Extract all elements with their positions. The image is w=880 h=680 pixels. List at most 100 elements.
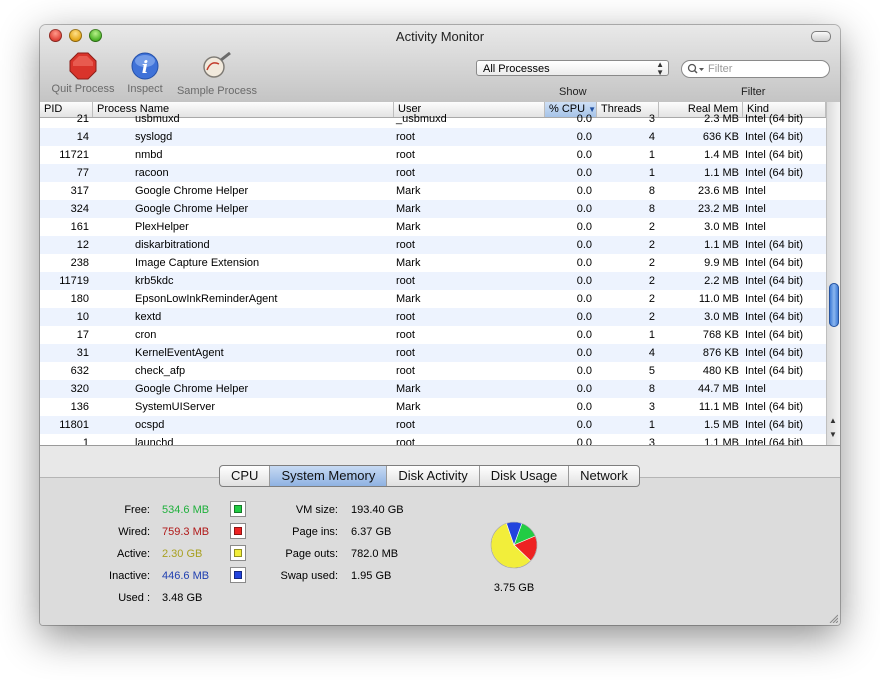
cell-mem: 11.0 MB <box>698 293 739 305</box>
cell-mem: 3.0 MB <box>704 221 739 233</box>
cell-pid: 14 <box>76 131 89 143</box>
cell-pid: 632 <box>70 365 89 377</box>
cell-name: EpsonLowInkReminderAgent <box>135 293 278 305</box>
table-row[interactable]: 180 EpsonLowInkReminderAgent Mark 0.0 2 11.0 … <box>40 290 826 308</box>
cell-cpu: 0.0 <box>576 311 592 323</box>
stop-sign-icon <box>69 52 97 80</box>
quit-process-button[interactable]: Quit Process <box>49 52 117 95</box>
cell-name: krb5kdc <box>135 275 174 287</box>
cell-name: Google Chrome Helper <box>135 185 249 197</box>
cell-mem: 1.4 MB <box>704 149 739 161</box>
cell-kind: Intel (64 bit) <box>745 437 804 445</box>
toolbar-toggle-button[interactable] <box>811 31 831 42</box>
table-row[interactable]: 632 check_afp root 0.0 5 480 KB Intel (64 bit) <box>40 362 826 380</box>
tab-cpu[interactable]: CPU <box>220 466 271 486</box>
table-row[interactable]: 77 racoon root 0.0 1 1.1 MB Intel (64 bit) <box>40 164 826 182</box>
system-memory-panel: Free: 534.6 MB Wired: 759.3 MB Active: 2… <box>40 477 840 625</box>
cell-threads: 4 <box>648 347 655 359</box>
cell-user: Mark <box>396 293 421 305</box>
table-row[interactable]: 14 syslogd root 0.0 4 636 KB Intel (64 bit) <box>40 128 826 146</box>
scroll-down-arrow-icon[interactable]: ▼ <box>829 430 837 439</box>
cell-kind: Intel (64 bit) <box>745 401 804 413</box>
cell-cpu: 0.0 <box>576 401 592 413</box>
sample-process-button[interactable]: Sample Process <box>174 52 260 97</box>
table-row[interactable]: 10 kextd root 0.0 2 3.0 MB Intel (64 bit) <box>40 308 826 326</box>
tab-network[interactable]: Network <box>569 466 639 486</box>
memory-total: 3.75 GB <box>493 582 535 594</box>
cell-name: kextd <box>135 311 162 323</box>
filter-search-field[interactable] <box>681 60 830 78</box>
tab-disk-activity[interactable]: Disk Activity <box>387 466 480 486</box>
cell-pid: 10 <box>76 311 89 323</box>
table-row[interactable]: 317 Google Chrome Helper Mark 0.0 8 23.6 MB In… <box>40 182 826 200</box>
cell-threads: 8 <box>648 185 655 197</box>
inspect-label: Inspect <box>127 83 163 95</box>
cell-user: root <box>396 311 415 323</box>
cell-name: cron <box>135 329 157 341</box>
cell-cpu: 0.0 <box>576 383 592 395</box>
cell-user: root <box>396 167 415 179</box>
cell-threads: 4 <box>648 131 655 143</box>
cell-cpu: 0.0 <box>576 329 592 341</box>
cell-threads: 5 <box>648 365 655 377</box>
cell-mem: 768 KB <box>702 329 739 341</box>
memory-pie-chart <box>490 521 538 569</box>
table-row[interactable]: 320 Google Chrome Helper Mark 0.0 8 44.7 MB In… <box>40 380 826 398</box>
cell-user: root <box>396 365 415 377</box>
table-row[interactable]: 238 Image Capture Extension Mark 0.0 2 9.9 MB… <box>40 254 826 272</box>
table-row[interactable]: 21 usbmuxd _usbmuxd 0.0 3 2.3 MB Intel (64 bit… <box>40 110 826 128</box>
filter-input[interactable] <box>706 62 825 76</box>
cell-kind: Intel (64 bit) <box>745 113 804 125</box>
table-row[interactable]: 11721 nmbd root 0.0 1 1.4 MB Intel (64 bit) <box>40 146 826 164</box>
table-row[interactable]: 136 SystemUIServer Mark 0.0 3 11.1 MB Intel (6… <box>40 398 826 416</box>
cell-cpu: 0.0 <box>576 347 592 359</box>
cell-threads: 3 <box>648 437 655 445</box>
active-value: 2.30 GB <box>162 548 203 560</box>
cell-name: Google Chrome Helper <box>135 203 249 215</box>
cell-user: root <box>396 347 415 359</box>
table-row[interactable]: 161 PlexHelper Mark 0.0 2 3.0 MB Intel <box>40 218 826 236</box>
cell-threads: 1 <box>648 329 655 341</box>
cell-mem: 1.5 MB <box>704 419 739 431</box>
table-row[interactable]: 17 cron root 0.0 1 768 KB Intel (64 bit) <box>40 326 826 344</box>
cell-mem: 1.1 MB <box>704 437 739 445</box>
resize-grip-icon[interactable] <box>828 613 838 623</box>
cell-cpu: 0.0 <box>576 203 592 215</box>
table-row[interactable]: 31 KernelEventAgent root 0.0 4 876 KB Intel (6… <box>40 344 826 362</box>
cell-threads: 8 <box>648 383 655 395</box>
cell-user: root <box>396 329 415 341</box>
table-row[interactable]: 324 Google Chrome Helper Mark 0.0 8 23.2 MB In… <box>40 200 826 218</box>
cell-threads: 1 <box>648 167 655 179</box>
scrollbar-thumb[interactable] <box>829 283 839 327</box>
vertical-scrollbar[interactable]: ▲ ▼ <box>826 102 840 445</box>
cell-kind: Intel <box>745 203 766 215</box>
cell-kind: Intel <box>745 383 766 395</box>
active-color-swatch[interactable] <box>230 545 246 561</box>
window-title: Activity Monitor <box>395 29 485 44</box>
table-row[interactable]: 11801 ocspd root 0.0 1 1.5 MB Intel (64 bit) <box>40 416 826 434</box>
tab-disk-usage[interactable]: Disk Usage <box>480 466 570 486</box>
cell-threads: 1 <box>648 149 655 161</box>
cell-name: Image Capture Extension <box>135 257 260 269</box>
show-label: Show <box>559 86 587 98</box>
free-color-swatch[interactable] <box>230 501 246 517</box>
table-row[interactable]: 1 launchd root 0.0 3 1.1 MB Intel (64 bit) <box>40 434 826 445</box>
cell-pid: 31 <box>76 347 89 359</box>
cell-user: Mark <box>396 203 421 215</box>
cell-kind: Intel (64 bit) <box>745 419 804 431</box>
wired-color-swatch[interactable] <box>230 523 246 539</box>
show-processes-select[interactable]: All Processes ▲ ▼ <box>476 60 669 77</box>
table-row[interactable]: 11719 krb5kdc root 0.0 2 2.2 MB Intel (64 bit) <box>40 272 826 290</box>
cell-cpu: 0.0 <box>576 365 592 377</box>
tab-system-memory[interactable]: System Memory <box>270 466 388 486</box>
table-row[interactable]: 12 diskarbitrationd root 0.0 2 1.1 MB Intel (6… <box>40 236 826 254</box>
inactive-color-swatch[interactable] <box>230 567 246 583</box>
scroll-up-arrow-icon[interactable]: ▲ <box>829 416 837 425</box>
page-outs-label: Page outs: <box>285 548 338 560</box>
cell-user: Mark <box>396 221 421 233</box>
split-divider[interactable] <box>40 445 840 446</box>
inspect-button[interactable]: i Inspect <box>124 52 166 95</box>
cell-name: check_afp <box>135 365 186 377</box>
cell-kind: Intel (64 bit) <box>745 275 804 287</box>
cell-name: diskarbitrationd <box>135 239 210 251</box>
